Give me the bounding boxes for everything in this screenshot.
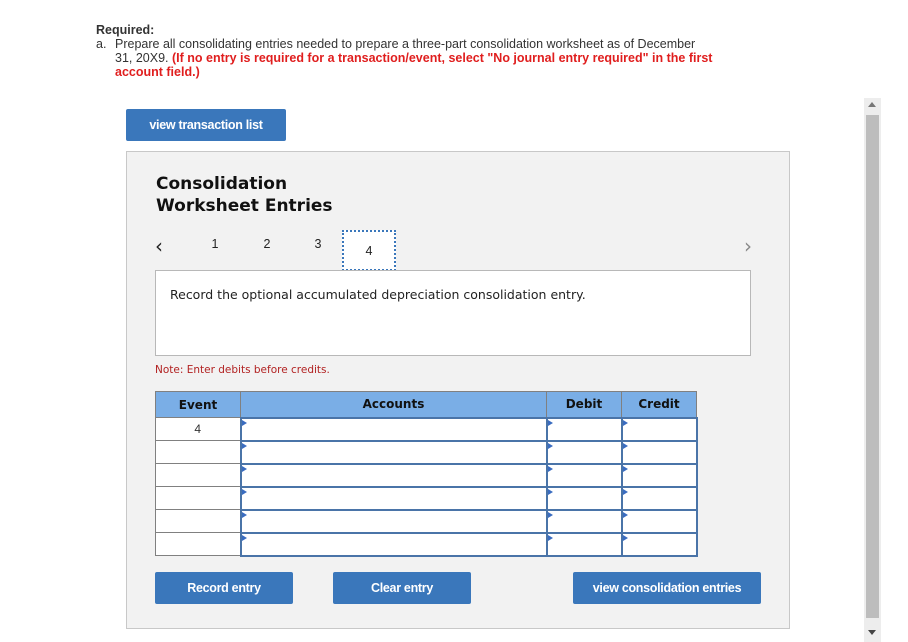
- debit-input[interactable]: [545, 485, 623, 511]
- required-instructions: Required: a. Prepare all consolidating e…: [96, 23, 716, 79]
- event-cell: [155, 440, 241, 464]
- debit-input[interactable]: [545, 416, 623, 442]
- panel-title: Consolidation Worksheet Entries: [156, 173, 333, 217]
- scroll-up-arrow-icon[interactable]: [868, 102, 876, 107]
- credit-input[interactable]: [620, 485, 698, 511]
- page-2[interactable]: 2: [257, 237, 277, 251]
- debit-input[interactable]: [545, 462, 623, 488]
- panel-title-line2: Worksheet Entries: [156, 196, 333, 216]
- vertical-scrollbar[interactable]: [864, 98, 881, 642]
- scrollbar-thumb[interactable]: [866, 115, 879, 618]
- credit-input[interactable]: [620, 439, 698, 465]
- entry-prompt: Record the optional accumulated deprecia…: [170, 287, 586, 302]
- account-select[interactable]: [239, 531, 548, 557]
- entry-note: Note: Enter debits before credits.: [155, 364, 330, 376]
- scroll-down-arrow-icon[interactable]: [868, 630, 876, 635]
- view-consolidation-entries-button[interactable]: view consolidation entries: [573, 572, 761, 604]
- chevron-left-icon[interactable]: ‹: [155, 234, 163, 258]
- credit-input[interactable]: [620, 462, 698, 488]
- account-select[interactable]: [239, 485, 548, 511]
- requirement-emphasis: (If no entry is required for a transacti…: [115, 51, 713, 79]
- debit-input[interactable]: [545, 508, 623, 534]
- debit-input[interactable]: [545, 531, 623, 557]
- entry-prompt-box: Record the optional accumulated deprecia…: [155, 270, 751, 356]
- header-accounts: Accounts: [240, 391, 547, 418]
- required-title: Required:: [96, 23, 155, 37]
- event-cell: [155, 509, 241, 533]
- header-credit: Credit: [621, 391, 697, 418]
- requirement-letter: a.: [96, 37, 107, 51]
- chevron-right-icon[interactable]: ›: [744, 234, 752, 258]
- table-row: [155, 485, 698, 511]
- page-4-active[interactable]: 4: [342, 230, 396, 271]
- table-row: [155, 508, 698, 534]
- debit-input[interactable]: [545, 439, 623, 465]
- event-cell: 4: [155, 417, 241, 441]
- panel-title-line1: Consolidation: [156, 174, 288, 194]
- consolidation-panel: Consolidation Worksheet Entries ‹ 1 2 3 …: [126, 151, 790, 629]
- table-row: [155, 531, 698, 557]
- account-select[interactable]: [239, 508, 548, 534]
- account-select[interactable]: [239, 462, 548, 488]
- page-1[interactable]: 1: [205, 237, 225, 251]
- journal-entry-table: Event Accounts Debit Credit 4: [155, 391, 698, 557]
- page-3[interactable]: 3: [308, 237, 328, 251]
- credit-input[interactable]: [620, 531, 698, 557]
- entry-pager: ‹ 1 2 3 4 ›: [127, 230, 791, 271]
- event-cell: [155, 463, 241, 487]
- clear-entry-button[interactable]: Clear entry: [333, 572, 471, 604]
- table-row: [155, 439, 698, 465]
- table-row: 4: [155, 416, 698, 442]
- event-cell: [155, 486, 241, 510]
- credit-input[interactable]: [620, 508, 698, 534]
- event-cell: [155, 532, 241, 556]
- view-transaction-list-button[interactable]: view transaction list: [126, 109, 286, 141]
- account-select[interactable]: [239, 416, 548, 442]
- table-row: [155, 462, 698, 488]
- header-event: Event: [155, 391, 241, 418]
- account-select[interactable]: [239, 439, 548, 465]
- header-debit: Debit: [546, 391, 622, 418]
- credit-input[interactable]: [620, 416, 698, 442]
- record-entry-button[interactable]: Record entry: [155, 572, 293, 604]
